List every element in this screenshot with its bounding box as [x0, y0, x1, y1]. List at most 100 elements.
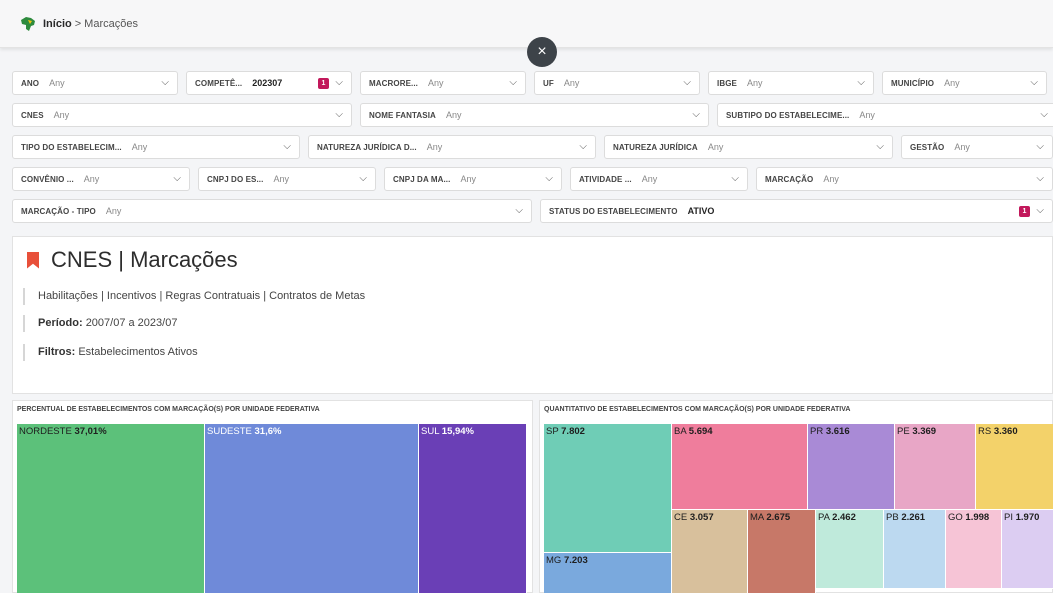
- treemap-tile-ce[interactable]: CE 3.057: [672, 510, 748, 593]
- filter-marcacao-tipo[interactable]: MARCAÇÃO - TIPO Any ⌵: [12, 199, 532, 223]
- selected-count-badge: 1: [1019, 206, 1030, 217]
- panel-quantitativo-uf: QUANTITATIVO DE ESTABELECIMENTOS COM MAR…: [539, 400, 1053, 593]
- chevron-down-icon: ⌵: [692, 109, 700, 120]
- tile-value: 2.261: [901, 512, 926, 523]
- tile-name: NORDESTE: [19, 426, 75, 437]
- chevron-down-icon: ⌵: [161, 77, 169, 88]
- filtros-line: Filtros: Estabelecimentos Ativos: [23, 344, 198, 361]
- related-links[interactable]: Habilitações | Incentivos | Regras Contr…: [23, 288, 365, 305]
- filter-cnpj-mantenedora[interactable]: CNPJ DA MA... Any ⌵: [384, 167, 562, 191]
- treemap-tile-pa[interactable]: PA 2.462: [816, 510, 884, 589]
- treemap-tile-nordeste[interactable]: NORDESTE 37,01%: [17, 424, 205, 593]
- treemap-tile-pr[interactable]: PR 3.616: [808, 424, 895, 510]
- top-bar: Início > Marcações: [0, 0, 1053, 48]
- breadcrumb: Início > Marcações: [43, 18, 138, 30]
- tile-name: PR: [810, 426, 826, 437]
- tile-name: PI: [1004, 512, 1016, 523]
- filter-natureza-juridica-d[interactable]: NATUREZA JURÍDICA D... Any ⌵: [308, 135, 596, 159]
- tile-value: 3.616: [825, 426, 850, 437]
- filter-cnpj-estabelecimento[interactable]: CNPJ DO ES... Any ⌵: [198, 167, 376, 191]
- treemap-tile-pe[interactable]: PE 3.369: [895, 424, 976, 510]
- chevron-down-icon: ⌵: [731, 173, 739, 184]
- filter-convenio[interactable]: CONVÊNIO ... Any ⌵: [12, 167, 190, 191]
- chevron-down-icon: ⌵: [857, 77, 865, 88]
- filter-row-2: CNES Any ⌵ NOME FANTASIA Any ⌵ SUBTIPO DO ES…: [12, 103, 1053, 127]
- chevron-down-icon: ⌵: [579, 141, 587, 152]
- page-title: CNES | Marcações: [27, 247, 238, 273]
- chart-title: QUANTITATIVO DE ESTABELECIMENTOS COM MAR…: [544, 406, 851, 413]
- tile-value: 3.369: [912, 426, 937, 437]
- chevron-down-icon: ⌵: [335, 109, 343, 120]
- chevron-down-icon: ⌵: [683, 77, 691, 88]
- bookmark-icon: [27, 251, 39, 269]
- filter-subtipo[interactable]: SUBTIPO DO ESTABELECIME... Any ⌵: [717, 103, 1053, 127]
- filter-ano[interactable]: ANO Any ⌵: [12, 71, 178, 95]
- close-filters-button[interactable]: ×: [527, 37, 557, 67]
- filter-competencia[interactable]: COMPETÊ... 202307 1 ⌵: [186, 71, 352, 95]
- treemap-tile-go[interactable]: GO 1.998: [946, 510, 1002, 589]
- tile-name: SUDESTE: [207, 426, 255, 437]
- filter-atividade[interactable]: ATIVIDADE ... Any ⌵: [570, 167, 748, 191]
- chart-title: PERCENTUAL DE ESTABELECIMENTOS COM MARCA…: [17, 406, 320, 413]
- filter-municipio[interactable]: MUNICÍPIO Any ⌵: [882, 71, 1047, 95]
- tile-value: 3.057: [689, 512, 714, 523]
- treemap-tile-pi[interactable]: PI 1.970: [1002, 510, 1053, 589]
- treemap-tile-sudeste[interactable]: SUDESTE 31,6%: [205, 424, 419, 593]
- treemap-tile-sp[interactable]: SP 7.802: [544, 424, 672, 553]
- treemap-tile-rs[interactable]: RS 3.360: [976, 424, 1053, 510]
- tile-value: 3.360: [993, 426, 1018, 437]
- breadcrumb-home[interactable]: Início: [43, 18, 72, 30]
- chevron-down-icon: ⌵: [1040, 109, 1048, 120]
- chevron-down-icon: ⌵: [876, 141, 884, 152]
- tile-value: 1.970: [1015, 512, 1040, 523]
- tile-value: 37,01%: [74, 426, 107, 437]
- chevron-down-icon: ⌵: [1030, 77, 1038, 88]
- tile-name: MG: [546, 555, 564, 566]
- page-title-text: CNES | Marcações: [51, 247, 238, 272]
- chevron-down-icon: ⌵: [1036, 173, 1044, 184]
- breadcrumb-current: Marcações: [84, 18, 138, 30]
- chevron-down-icon: ⌵: [509, 77, 517, 88]
- chevron-down-icon: ⌵: [545, 173, 553, 184]
- treemap-tile-ma[interactable]: MA 2.675: [748, 510, 816, 593]
- tile-name: GO: [948, 512, 966, 523]
- tile-value: 15,94%: [441, 426, 475, 437]
- filter-tipo-estabelecimento[interactable]: TIPO DO ESTABELECIM... Any ⌵: [12, 135, 300, 159]
- filter-cnes[interactable]: CNES Any ⌵: [12, 103, 352, 127]
- panel-percentual-uf: PERCENTUAL DE ESTABELECIMENTOS COM MARCA…: [12, 400, 533, 593]
- filter-ibge[interactable]: IBGE Any ⌵: [708, 71, 874, 95]
- filter-row-5: MARCAÇÃO - TIPO Any ⌵ STATUS DO ESTABELECI…: [12, 199, 1053, 223]
- close-icon: ×: [537, 43, 547, 60]
- treemap-tile-sul[interactable]: SUL 15,94%: [419, 424, 527, 593]
- chevron-down-icon: ⌵: [359, 173, 367, 184]
- tile-name: PE: [897, 426, 913, 437]
- breadcrumb-separator: >: [74, 18, 82, 30]
- periodo-line: Período: 2007/07 a 2023/07: [23, 315, 177, 332]
- tile-name: SP: [546, 426, 562, 437]
- filter-uf[interactable]: UF Any ⌵: [534, 71, 700, 95]
- filter-gestao[interactable]: GESTÃO Any ⌵: [901, 135, 1053, 159]
- chevron-down-icon: ⌵: [1036, 205, 1044, 216]
- tile-value: 5.694: [688, 426, 713, 437]
- tile-name: PB: [886, 512, 902, 523]
- filter-marcacao[interactable]: MARCAÇÃO Any ⌵: [756, 167, 1053, 191]
- tile-name: PA: [818, 512, 833, 523]
- tile-value: 7.203: [563, 555, 588, 566]
- treemap-tile-mg[interactable]: MG 7.203: [544, 553, 672, 593]
- treemap-tile-pb[interactable]: PB 2.261: [884, 510, 946, 589]
- tile-value: 31,6%: [254, 426, 282, 437]
- filter-nome-fantasia[interactable]: NOME FANTASIA Any ⌵: [360, 103, 709, 127]
- filter-macroregiao[interactable]: MACRORE... Any ⌵: [360, 71, 526, 95]
- selected-count-badge: 1: [318, 78, 329, 89]
- tile-value: 2.462: [832, 512, 856, 523]
- chevron-down-icon: ⌵: [173, 173, 181, 184]
- filter-row-3: TIPO DO ESTABELECIM... Any ⌵ NATUREZA JURÍ…: [12, 135, 1053, 159]
- filter-row-1: ANO Any ⌵ COMPETÊ... 202307 1 ⌵ MACRORE... Any…: [12, 71, 1047, 95]
- tile-value: 2.675: [766, 512, 791, 523]
- treemap-tile-ba[interactable]: BA 5.694: [672, 424, 808, 510]
- filter-natureza-juridica[interactable]: NATUREZA JURÍDICA Any ⌵: [604, 135, 893, 159]
- tile-name: RS: [978, 426, 994, 437]
- filter-status-estabelecimento[interactable]: STATUS DO ESTABELECIMENTO ATIVO 1 ⌵: [540, 199, 1053, 223]
- chevron-down-icon: ⌵: [1036, 141, 1044, 152]
- tile-value: 1.998: [965, 512, 990, 523]
